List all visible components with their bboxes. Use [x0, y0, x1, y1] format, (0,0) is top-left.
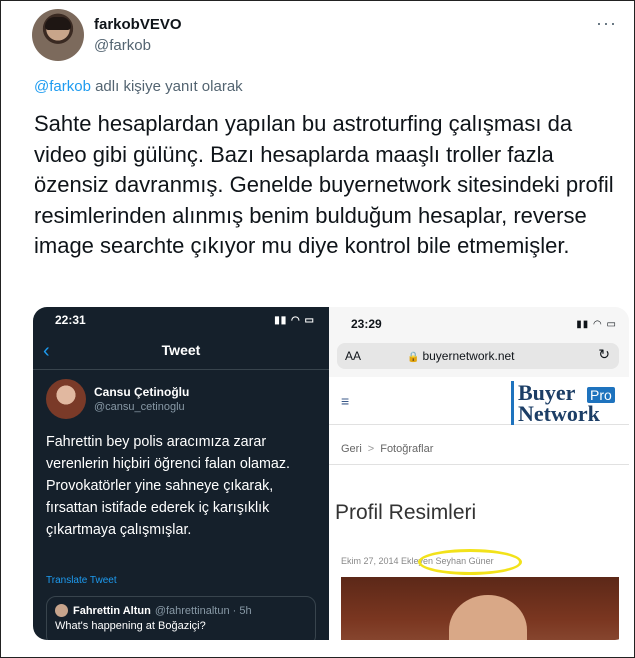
screenshot-twitter: 22:31 ▮▮ ◠ ▭ ‹ Tweet Cansu Çetinoğlu @ca… [33, 307, 329, 640]
browser-chrome: 23:29 ▮▮ ◠ ▭ AA 🔒 buyernetwork.net ↻ [329, 307, 629, 377]
embedded-user-names: Cansu Çetinoğlu @cansu_cetinoglu [94, 385, 189, 413]
reload-icon: ↻ [598, 346, 610, 362]
reply-context-text: adlı kişiye yanıt olarak [90, 78, 243, 95]
more-options-icon[interactable]: ··· [596, 13, 617, 34]
address-bar: AA 🔒 buyernetwork.net ↻ [337, 343, 619, 369]
quoted-avatar [55, 604, 68, 617]
quoted-text: What's happening at Boğaziçi? [55, 620, 206, 632]
buyer-network-logo: Buyer Pro Network [511, 380, 617, 427]
author-handle[interactable]: @farkob [94, 37, 182, 54]
breadcrumb: Geri > Fotoğraflar [329, 431, 629, 465]
reply-mention-link[interactable]: @farkob [34, 78, 91, 95]
reply-context: @farkob adlı kişiye yanıt olarak [34, 78, 243, 95]
profile-photo [341, 577, 619, 640]
highlight-circle [418, 549, 522, 575]
signal-wifi-battery-icon: ▮▮ ◠ ▭ [576, 319, 617, 330]
status-time: 23:29 [351, 317, 382, 331]
status-bar: 22:31 ▮▮ ◠ ▭ [33, 313, 329, 331]
url-text: buyernetwork.net [422, 349, 515, 363]
text-size-button: AA [345, 349, 362, 363]
embedded-user: Cansu Çetinoğlu @cansu_cetinoglu [46, 379, 189, 419]
author-names: farkobVEVO @farkob [94, 16, 182, 54]
embedded-user-name: Cansu Çetinoğlu [94, 385, 190, 399]
logo-bar [511, 381, 514, 425]
logo-line-2: Network [518, 401, 600, 426]
divider [33, 369, 329, 370]
page-title: Profil Resimleri [335, 501, 477, 524]
breadcrumb-back: Geri [341, 443, 362, 455]
breadcrumb-current: Fotoğraflar [380, 443, 434, 455]
quoted-tweet: Fahrettin Altun @fahrettinaltun · 5h Wha… [46, 596, 316, 640]
tweet-text: Sahte hesaplardan yapılan bu astroturfin… [34, 111, 614, 259]
address-url: 🔒 buyernetwork.net [407, 349, 515, 363]
tweet-author[interactable]: farkobVEVO @farkob [32, 9, 182, 61]
tweet-media[interactable]: 22:31 ▮▮ ◠ ▭ ‹ Tweet Cansu Çetinoğlu @ca… [33, 307, 629, 640]
quoted-name: Fahrettin Altun [73, 604, 151, 617]
embedded-user-handle: @cansu_cetinoglu [94, 401, 185, 413]
tweet-nav: ‹ Tweet [33, 340, 329, 364]
author-avatar[interactable] [32, 9, 84, 61]
status-time: 22:31 [55, 313, 86, 327]
embedded-user-avatar [46, 379, 86, 419]
hamburger-menu-icon: ≡ [341, 393, 350, 409]
breadcrumb-separator: > [367, 443, 375, 455]
embedded-tweet-body: Fahrettin bey polis aracımıza zarar vere… [46, 434, 290, 538]
screenshot-website: 23:29 ▮▮ ◠ ▭ AA 🔒 buyernetwork.net ↻ ≡ Bu… [329, 307, 629, 640]
author-display-name[interactable]: farkobVEVO [94, 16, 182, 33]
lock-icon: 🔒 [407, 352, 420, 363]
signal-wifi-battery-icon: ▮▮ ◠ ▭ [274, 315, 315, 326]
translate-link: Translate Tweet [46, 575, 117, 586]
tweet-card: farkobVEVO @farkob ··· @farkob adlı kişi… [0, 0, 635, 658]
quoted-handle: @fahrettinaltun · 5h [154, 604, 252, 617]
nav-title: Tweet [161, 342, 201, 358]
quoted-tweet-header: Fahrettin Altun @fahrettinaltun · 5h [55, 604, 252, 617]
